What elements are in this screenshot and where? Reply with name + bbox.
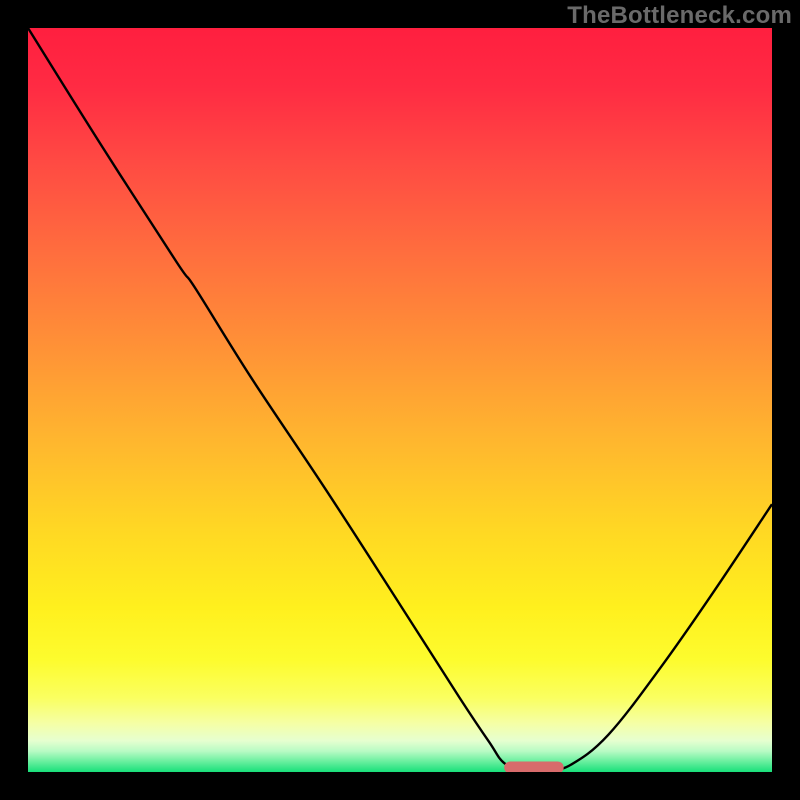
optimum-marker — [504, 762, 564, 774]
watermark-text: TheBottleneck.com — [567, 2, 792, 30]
bottleneck-chart — [0, 0, 800, 800]
plot-area — [28, 28, 772, 772]
chart-container: TheBottleneck.com — [0, 0, 800, 800]
